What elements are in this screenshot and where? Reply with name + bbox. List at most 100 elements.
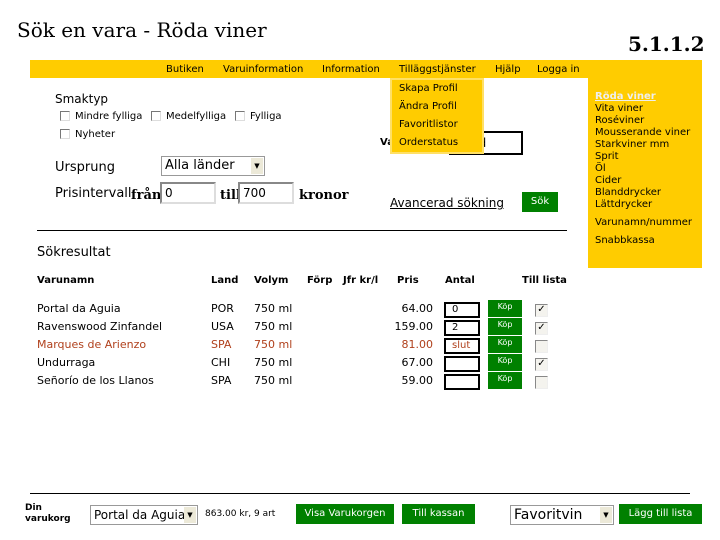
checkout-button[interactable]: Till kassan — [402, 504, 475, 524]
tillaggstjanster-dropdown: Skapa Profil Ändra Profil Favoritlistor … — [390, 78, 484, 154]
result-name[interactable]: Undurraga — [37, 356, 95, 369]
sidebar-item[interactable]: Vita viner — [588, 103, 702, 115]
sidebar-item[interactable]: Blanddrycker — [588, 187, 702, 199]
result-volym: 750 ml — [254, 302, 293, 315]
cart-label: Din varukorg — [25, 503, 71, 525]
cart-summary: 863.00 kr, 9 art — [205, 509, 276, 519]
unit-label: kronor — [299, 188, 349, 203]
result-name[interactable]: Ravenswood Zinfandel — [37, 320, 162, 333]
results-heading: Sökresultat — [37, 245, 111, 260]
add-to-list-checkbox[interactable]: ✓ — [535, 358, 548, 371]
result-pris: 59.00 — [401, 374, 434, 387]
menu-item-andra-profil[interactable]: Ändra Profil — [392, 98, 482, 116]
sidebar-item[interactable]: Starkviner mm — [588, 139, 702, 151]
col-forp: Förp — [307, 275, 333, 286]
add-to-list-button[interactable]: Lägg till lista — [619, 504, 702, 524]
option-nyheter[interactable]: Nyheter — [60, 129, 115, 140]
result-pris: 67.00 — [401, 356, 434, 369]
buy-button[interactable]: Köp — [488, 318, 522, 335]
advanced-search-link[interactable]: Avancerad sökning — [390, 196, 504, 210]
sidebar-item-roda-viner[interactable]: Röda viner — [588, 91, 702, 103]
result-name[interactable]: Señorío de los Llanos — [37, 374, 154, 387]
col-jfr: Jfr kr/l — [343, 275, 379, 286]
quantity-input[interactable]: 0 — [444, 302, 480, 318]
add-to-list-checkbox[interactable] — [535, 376, 548, 389]
result-pris: 81.00 — [401, 338, 434, 351]
buy-button[interactable]: Köp — [488, 300, 522, 317]
smaktyp-label: Smaktyp — [55, 92, 109, 106]
sidebar-item-varunamn[interactable]: Varunamn/nummer — [588, 217, 702, 229]
col-land: Land — [211, 275, 239, 286]
nav-varuinformation[interactable]: Varuinformation — [223, 64, 303, 75]
checkbox[interactable] — [235, 111, 245, 121]
menu-item-skapa-profil[interactable]: Skapa Profil — [392, 80, 482, 98]
buy-button[interactable]: Köp — [488, 336, 522, 353]
price-from-input[interactable]: 0 — [160, 182, 216, 204]
chevron-down-icon: ▼ — [600, 507, 612, 523]
nav-butiken[interactable]: Butiken — [166, 64, 204, 75]
col-volym: Volym — [254, 275, 289, 286]
nav-logga-in[interactable]: Logga in — [537, 64, 580, 75]
menu-item-favoritlistor[interactable]: Favoritlistor — [392, 116, 482, 134]
result-name[interactable]: Portal da Aguia — [37, 302, 121, 315]
option-mindre-fylliga[interactable]: Mindre fylliga — [60, 111, 142, 122]
result-land: POR — [211, 302, 234, 315]
selected-value: Favoritvin — [514, 507, 583, 523]
quantity-input[interactable] — [444, 356, 480, 372]
option-medelfylliga[interactable]: Medelfylliga — [151, 111, 226, 122]
result-pris: 64.00 — [401, 302, 434, 315]
option-label: Medelfylliga — [166, 111, 227, 122]
buy-button[interactable]: Köp — [488, 354, 522, 371]
cart-select[interactable]: Portal da Aguia ▼ — [90, 505, 198, 525]
sidebar-item[interactable]: Mousserande viner — [588, 127, 702, 139]
search-button[interactable]: Sök — [522, 192, 558, 212]
quantity-input[interactable]: slut — [444, 338, 480, 354]
quantity-input[interactable]: 2 — [444, 320, 480, 336]
add-to-list-checkbox[interactable]: ✓ — [535, 304, 548, 317]
cart-label-line: varukorg — [25, 514, 71, 524]
price-to-input[interactable]: 700 — [238, 182, 294, 204]
result-land: SPA — [211, 338, 232, 351]
page-title: Sök en vara - Röda viner — [17, 18, 267, 42]
selected-value: Alla länder — [165, 158, 235, 173]
nav-hjalp[interactable]: Hjälp — [495, 64, 521, 75]
buy-button[interactable]: Köp — [488, 372, 522, 389]
favorite-list-select[interactable]: Favoritvin ▼ — [510, 505, 614, 525]
add-to-list-checkbox[interactable] — [535, 340, 548, 353]
nav-tillaggstjanster[interactable]: Tilläggstjänster — [399, 64, 476, 75]
checkbox[interactable] — [151, 111, 161, 121]
option-label: Nyheter — [75, 129, 116, 140]
result-pris: 159.00 — [394, 320, 434, 333]
option-label: Mindre fylliga — [75, 111, 143, 122]
sidebar-item[interactable]: Öl — [588, 163, 702, 175]
nav-information[interactable]: Information — [322, 64, 380, 75]
version-label: 5.1.1.2 — [628, 32, 705, 56]
chevron-down-icon: ▼ — [251, 158, 263, 174]
result-volym: 750 ml — [254, 374, 293, 387]
add-to-list-checkbox[interactable]: ✓ — [535, 322, 548, 335]
result-volym: 750 ml — [254, 356, 293, 369]
sidebar-item[interactable]: Lättdrycker — [588, 199, 702, 211]
category-sidebar: Röda viner Vita viner Roséviner Moussera… — [588, 78, 702, 268]
pris-label: Prisintervall — [55, 186, 132, 201]
result-name[interactable]: Marques de Arienzo — [37, 338, 146, 351]
ursprung-select[interactable]: Alla länder ▼ — [161, 156, 265, 176]
option-fylliga[interactable]: Fylliga — [235, 111, 282, 122]
result-volym: 750 ml — [254, 320, 293, 333]
sidebar-item-snabbkassa[interactable]: Snabbkassa — [588, 235, 702, 247]
show-cart-button[interactable]: Visa Varukorgen — [296, 504, 394, 524]
option-label: Fylliga — [250, 111, 282, 122]
sidebar-item[interactable]: Roséviner — [588, 115, 702, 127]
sidebar-item[interactable]: Sprit — [588, 151, 702, 163]
result-volym: 750 ml — [254, 338, 293, 351]
divider — [37, 230, 567, 231]
checkbox[interactable] — [60, 129, 70, 139]
sidebar-item[interactable]: Cider — [588, 175, 702, 187]
quantity-input[interactable] — [444, 374, 480, 390]
ursprung-label: Ursprung — [55, 160, 115, 175]
from-label: från — [131, 188, 162, 203]
menu-item-orderstatus[interactable]: Orderstatus — [392, 134, 482, 152]
checkbox[interactable] — [60, 111, 70, 121]
selected-value: Portal da Aguia — [94, 508, 186, 522]
col-till-lista: Till lista — [522, 275, 567, 286]
